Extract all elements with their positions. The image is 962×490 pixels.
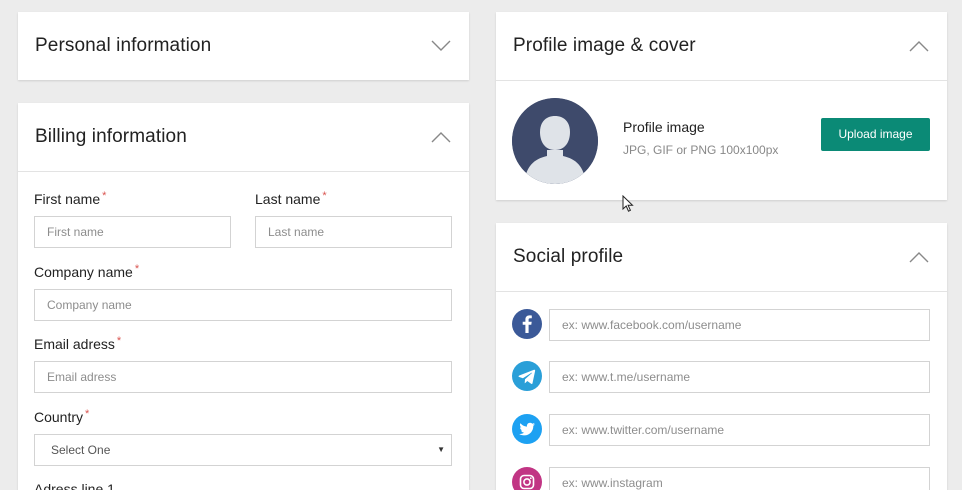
required-marker: * xyxy=(134,263,140,275)
last-name-placeholder: Last name xyxy=(268,225,325,239)
facebook-url-input[interactable]: ex: www.facebook.com/username xyxy=(549,309,930,341)
chevron-up-icon[interactable] xyxy=(909,251,929,263)
select-arrow-icon: ▼ xyxy=(437,445,445,454)
first-name-input[interactable]: First name xyxy=(34,216,231,248)
profile-image-label: Profile image xyxy=(623,119,705,135)
instagram-url-input[interactable]: ex: www.instagram xyxy=(549,467,930,490)
chevron-up-icon[interactable] xyxy=(909,40,929,52)
email-input[interactable]: Email adress xyxy=(34,361,452,393)
chevron-up-icon[interactable] xyxy=(431,131,451,143)
address-line-1-label: Adress line 1 xyxy=(34,481,115,490)
social-profile-card: Social profile ex: www.facebook.com/user… xyxy=(496,223,947,490)
chevron-down-icon[interactable] xyxy=(431,40,451,52)
twitter-icon xyxy=(512,414,542,444)
country-select[interactable]: Select One ▼ xyxy=(34,434,452,466)
avatar xyxy=(512,98,598,184)
billing-information-header[interactable]: Billing information xyxy=(18,103,469,172)
profile-image-hint: JPG, GIF or PNG 100x100px xyxy=(623,143,779,157)
billing-information-card: Billing information First name * First na… xyxy=(18,103,469,490)
telegram-icon xyxy=(512,361,542,391)
personal-information-header[interactable]: Personal information xyxy=(18,12,469,80)
required-marker: * xyxy=(102,190,107,202)
company-name-placeholder: Company name xyxy=(47,298,132,312)
personal-information-title: Personal information xyxy=(35,35,212,56)
first-name-label: First name * xyxy=(34,190,107,207)
mouse-cursor-icon xyxy=(622,194,634,213)
company-name-input[interactable]: Company name xyxy=(34,289,452,321)
country-selected-value: Select One xyxy=(51,443,111,457)
twitter-url-placeholder: ex: www.twitter.com/username xyxy=(562,423,725,437)
last-name-label: Last name * xyxy=(255,190,327,207)
last-name-label-text: Last name xyxy=(255,191,321,207)
facebook-url-placeholder: ex: www.facebook.com/username xyxy=(562,318,742,332)
telegram-url-input[interactable]: ex: www.t.me/username xyxy=(549,361,930,393)
social-profile-header[interactable]: Social profile xyxy=(496,223,947,292)
company-name-label: Company name * xyxy=(34,263,140,280)
company-name-label-text: Company name xyxy=(34,264,133,280)
required-marker: * xyxy=(85,408,90,420)
first-name-label-text: First name xyxy=(34,191,101,207)
user-silhouette-icon xyxy=(512,98,598,184)
facebook-icon xyxy=(512,309,542,339)
required-marker: * xyxy=(116,335,122,347)
email-placeholder: Email adress xyxy=(47,370,117,384)
telegram-url-placeholder: ex: www.t.me/username xyxy=(562,370,691,384)
profile-image-card: Profile image & cover Profile image JPG,… xyxy=(496,12,947,200)
first-name-placeholder: First name xyxy=(47,225,104,239)
instagram-icon xyxy=(512,467,542,490)
upload-image-button[interactable]: Upload image xyxy=(821,118,930,151)
billing-information-title: Billing information xyxy=(35,126,187,147)
social-profile-title: Social profile xyxy=(513,246,624,267)
profile-image-title: Profile image & cover xyxy=(513,35,696,56)
required-marker: * xyxy=(322,190,327,202)
instagram-url-placeholder: ex: www.instagram xyxy=(562,476,663,490)
twitter-url-input[interactable]: ex: www.twitter.com/username xyxy=(549,414,930,446)
email-label-text: Email adress xyxy=(34,336,115,352)
country-label: Country * xyxy=(34,408,90,425)
email-label: Email adress * xyxy=(34,335,122,352)
profile-image-header[interactable]: Profile image & cover xyxy=(496,12,947,81)
last-name-input[interactable]: Last name xyxy=(255,216,452,248)
country-label-text: Country xyxy=(34,409,84,425)
address-line-1-label-text: Adress line 1 xyxy=(34,481,115,490)
personal-information-card: Personal information xyxy=(18,12,469,80)
